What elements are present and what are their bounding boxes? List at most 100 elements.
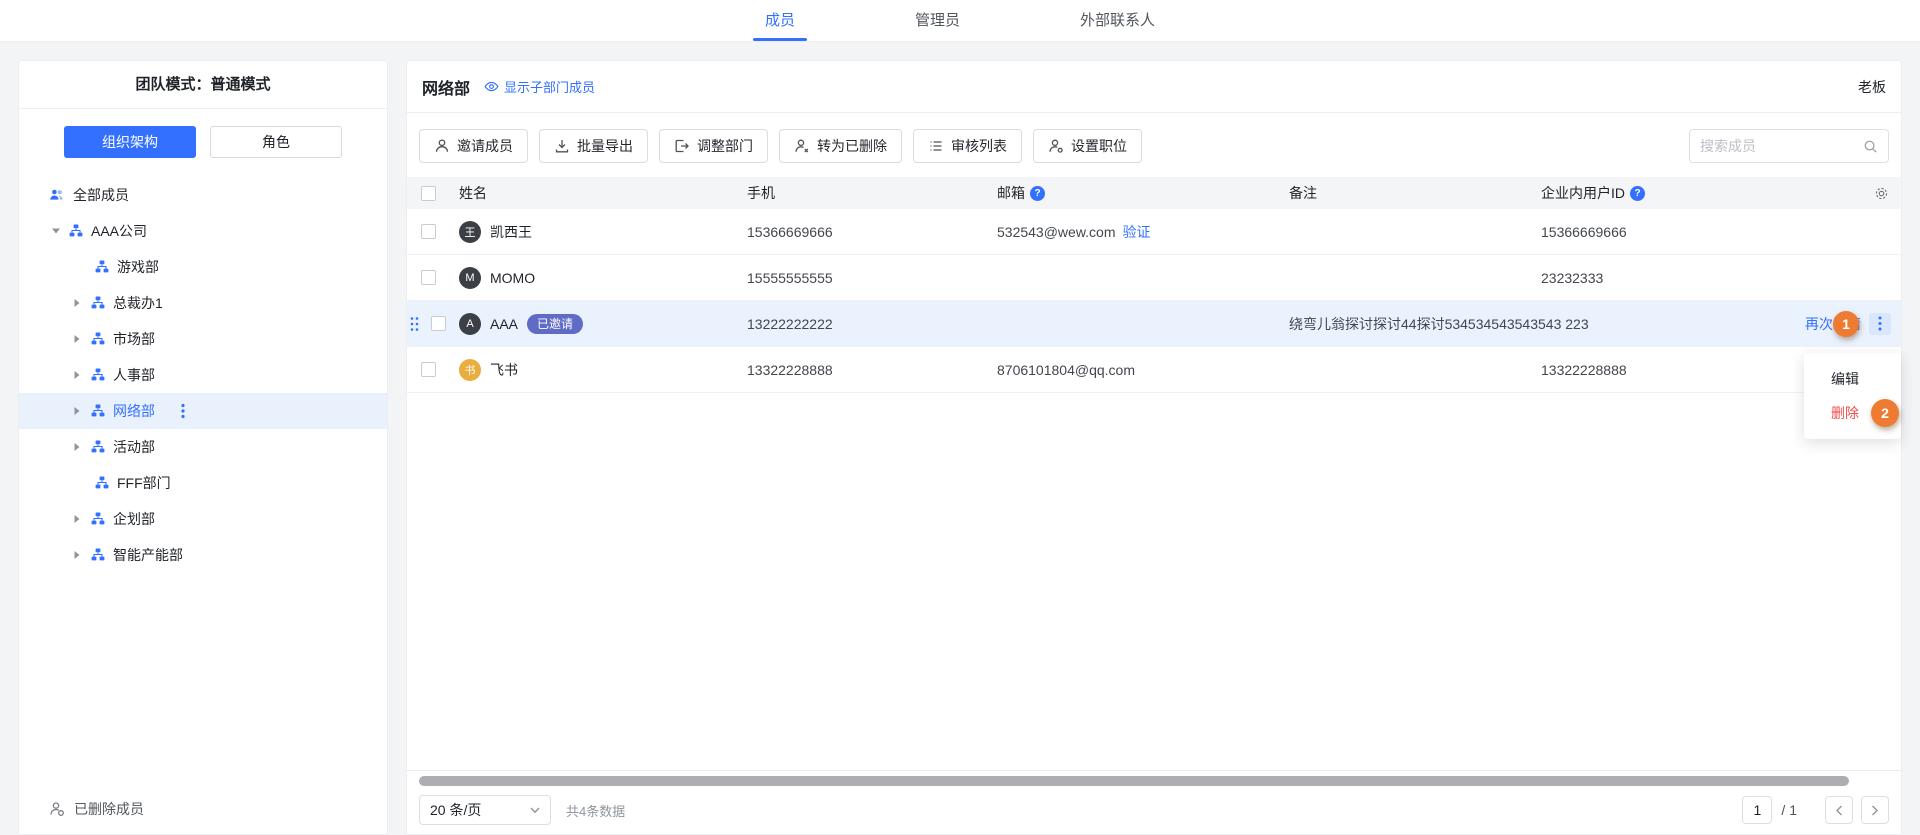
tab-members[interactable]: 成员 — [751, 0, 809, 41]
avatar: 书 — [459, 359, 481, 381]
invited-status-badge: 已邀请 — [527, 314, 583, 334]
tree-item-label: 游戏部 — [117, 257, 159, 277]
department-icon — [91, 332, 105, 346]
chevron-down-icon[interactable] — [51, 227, 69, 235]
mode-switch: 组织架构 角色 — [19, 109, 387, 167]
chevron-right-icon[interactable] — [73, 298, 91, 308]
invite-member-button[interactable]: 邀请成员 — [419, 129, 528, 163]
userid-help-icon[interactable]: ? — [1630, 186, 1645, 201]
tree-item-dept[interactable]: 人事部 — [19, 357, 387, 393]
move-to-deleted-button[interactable]: 转为已删除 — [779, 129, 902, 163]
chevron-right-icon[interactable] — [73, 442, 91, 452]
button-label: 转为已删除 — [817, 136, 887, 156]
tree-item-dept[interactable]: FFF部门 — [19, 465, 387, 501]
delete-label: 删除 — [1831, 405, 1859, 421]
department-icon — [95, 260, 109, 274]
member-phone: 15555555555 — [747, 270, 997, 286]
member-name: AAA — [490, 316, 518, 332]
tree-item-label: FFF部门 — [117, 473, 171, 493]
show-subdept-label: 显示子部门成员 — [504, 77, 595, 96]
next-page-button[interactable] — [1861, 796, 1889, 824]
role-label: 老板 — [1858, 77, 1886, 97]
table-row[interactable]: M MOMO 15555555555 23232333 — [407, 255, 1901, 301]
tab-admins[interactable]: 管理员 — [901, 0, 974, 41]
download-icon — [554, 138, 570, 154]
toolbar: 邀请成员 批量导出 调整部门 转为已删除 审核列表 设置职位 — [407, 113, 1901, 177]
select-all-checkbox[interactable] — [421, 186, 436, 201]
top-tab-bar: 成员 管理员 外部联系人 — [0, 0, 1920, 42]
deleted-members-link[interactable]: 已删除成员 — [19, 784, 387, 834]
review-list-button[interactable]: 审核列表 — [913, 129, 1022, 163]
member-name: 飞书 — [490, 360, 518, 380]
tree-item-label: 活动部 — [113, 437, 155, 457]
row-more-actions-icon[interactable] — [1869, 313, 1891, 335]
roles-button[interactable]: 角色 — [210, 126, 342, 158]
more-actions-icon[interactable] — [181, 403, 185, 419]
column-header-name: 姓名 — [459, 183, 747, 203]
horizontal-scrollbar[interactable] — [419, 776, 1849, 786]
verify-email-link[interactable]: 验证 — [1123, 222, 1151, 242]
tree-item-label: AAA公司 — [91, 221, 147, 241]
tree-item-dept[interactable]: 总裁办1 — [19, 285, 387, 321]
org-sidebar: 团队模式：普通模式 组织架构 角色 全部成员 AAA公司 游戏 — [18, 60, 388, 835]
tree-item-label: 市场部 — [113, 329, 155, 349]
chevron-right-icon[interactable] — [73, 406, 91, 416]
tree-item-all-members[interactable]: 全部成员 — [19, 177, 387, 213]
tree-item-label: 企划部 — [113, 509, 155, 529]
row-checkbox[interactable] — [421, 270, 436, 285]
tree-item-dept[interactable]: 市场部 — [19, 321, 387, 357]
member-userid: 23232333 — [1541, 270, 1845, 286]
button-label: 调整部门 — [697, 136, 753, 156]
delete-menu-item[interactable]: 删除 2 — [1804, 396, 1901, 430]
tree-item-company[interactable]: AAA公司 — [19, 213, 387, 249]
department-icon — [91, 440, 105, 454]
chevron-right-icon[interactable] — [73, 514, 91, 524]
row-context-menu: 编辑 删除 2 — [1804, 353, 1901, 439]
tree-item-label: 人事部 — [113, 365, 155, 385]
tree-item-dept[interactable]: 智能产能部 — [19, 537, 387, 573]
table-row-hovered[interactable]: A AAA 已邀请 13222222222 绕弯儿翁探讨探讨44探讨534534… — [407, 301, 1901, 347]
search-input[interactable] — [1700, 138, 1863, 154]
member-userid: 15366669666 — [1541, 224, 1845, 240]
chevron-right-icon[interactable] — [73, 550, 91, 560]
set-position-button[interactable]: 设置职位 — [1033, 129, 1142, 163]
column-header-email: 邮箱 — [997, 183, 1025, 203]
edit-menu-item[interactable]: 编辑 — [1804, 362, 1901, 396]
avatar: M — [459, 267, 481, 289]
batch-export-button[interactable]: 批量导出 — [539, 129, 648, 163]
department-icon — [91, 368, 105, 382]
button-label: 批量导出 — [577, 136, 633, 156]
deleted-person-icon — [49, 801, 65, 817]
current-page-input[interactable]: 1 — [1742, 796, 1772, 824]
department-icon — [69, 224, 83, 238]
member-phone: 13322228888 — [747, 362, 997, 378]
column-header-remark: 备注 — [1289, 183, 1541, 203]
tree-item-dept[interactable]: 活动部 — [19, 429, 387, 465]
department-icon — [91, 404, 105, 418]
member-email: 8706101804@qq.com — [997, 362, 1289, 378]
chevron-right-icon[interactable] — [73, 370, 91, 380]
drag-handle-icon[interactable] — [410, 316, 419, 331]
row-checkbox[interactable] — [431, 316, 446, 331]
tab-external-contacts[interactable]: 外部联系人 — [1066, 0, 1169, 41]
chevron-right-icon[interactable] — [73, 334, 91, 344]
show-subdept-toggle[interactable]: 显示子部门成员 — [484, 77, 595, 96]
table-row[interactable]: 书 飞书 13322228888 8706101804@qq.com 13322… — [407, 347, 1901, 393]
column-settings-gear-icon[interactable] — [1874, 186, 1889, 201]
tree-item-label: 全部成员 — [73, 185, 129, 205]
tree-item-dept-network[interactable]: 网络部 — [19, 393, 387, 429]
row-checkbox[interactable] — [421, 362, 436, 377]
tree-item-dept[interactable]: 游戏部 — [19, 249, 387, 285]
chevron-down-icon — [530, 807, 540, 814]
email-help-icon[interactable]: ? — [1030, 186, 1045, 201]
page-title: 网络部 — [422, 75, 470, 99]
table-row[interactable]: 王 凯西王 15366669666 532543@wew.com 验证 1536… — [407, 209, 1901, 255]
prev-page-button[interactable] — [1825, 796, 1853, 824]
row-checkbox[interactable] — [421, 224, 436, 239]
tree-item-label: 智能产能部 — [113, 545, 183, 565]
org-structure-button[interactable]: 组织架构 — [64, 126, 196, 158]
adjust-department-button[interactable]: 调整部门 — [659, 129, 768, 163]
page-size-select[interactable]: 20 条/页 — [419, 795, 551, 825]
tree-item-dept[interactable]: 企划部 — [19, 501, 387, 537]
search-icon[interactable] — [1863, 139, 1878, 154]
